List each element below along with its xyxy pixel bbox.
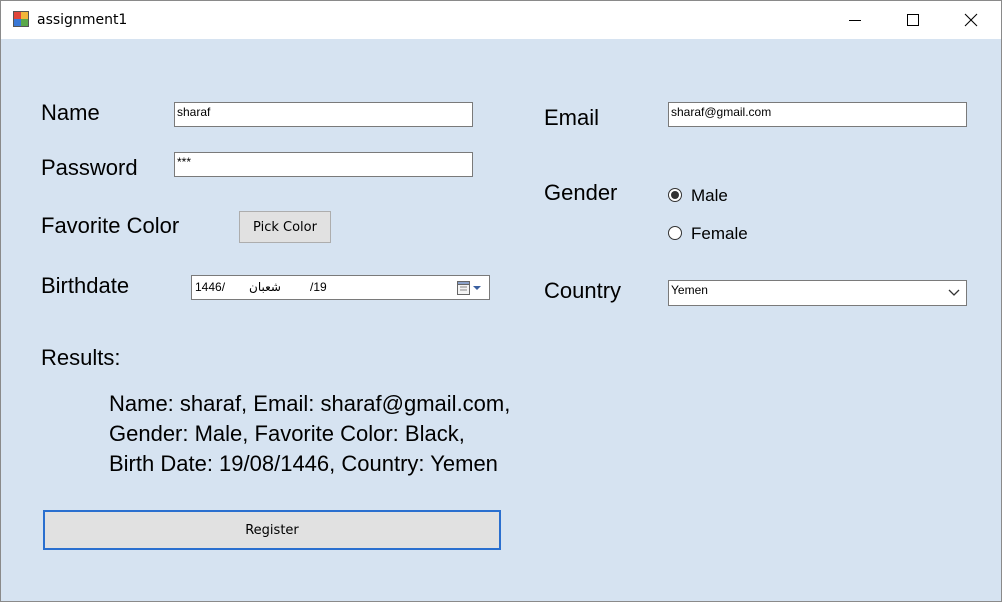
window-title: assignment1	[37, 12, 128, 28]
birthdate-label: Birthdate	[41, 273, 130, 298]
results-line-1: Name: sharaf, Email: sharaf@gmail.com,	[109, 391, 511, 416]
country-label: Country	[544, 278, 622, 303]
gender-male-label[interactable]: Male	[691, 186, 728, 206]
app-icon	[13, 11, 29, 27]
radio-selected-dot	[671, 191, 679, 199]
password-field[interactable]: ***	[174, 152, 473, 177]
minimize-icon	[849, 20, 861, 21]
results-line-2: Gender: Male, Favorite Color: Black,	[109, 421, 465, 446]
maximize-icon	[907, 14, 919, 26]
calendar-dropdown[interactable]	[456, 280, 486, 299]
gender-label: Gender	[544, 180, 618, 205]
email-field[interactable]: sharaf@gmail.com	[668, 102, 967, 127]
gender-female-radio[interactable]	[668, 226, 682, 240]
password-label: Password	[41, 155, 138, 180]
country-select[interactable]: Yemen	[668, 280, 967, 306]
minimize-button[interactable]	[826, 1, 884, 39]
birthdate-year: 1446/	[195, 280, 226, 294]
gender-female-label[interactable]: Female	[691, 224, 748, 244]
calendar-icon	[457, 281, 481, 295]
gender-male-radio[interactable]	[668, 188, 682, 202]
results-line-3: Birth Date: 19/08/1446, Country: Yemen	[109, 451, 498, 476]
name-field[interactable]: sharaf	[174, 102, 473, 127]
birthdate-day: /19	[310, 280, 327, 294]
close-icon	[964, 13, 978, 27]
register-button[interactable]: Register	[43, 510, 501, 550]
chevron-down-icon	[948, 287, 960, 301]
close-button[interactable]	[942, 1, 1000, 39]
form-client-area: Name sharaf Password *** Favorite Color …	[1, 39, 1001, 601]
results-label: Results:	[41, 345, 121, 370]
country-selected-value: Yemen	[671, 283, 708, 297]
app-window: assignment1 Name sharaf Password *** Fav…	[0, 0, 1002, 602]
birthdate-month: شعبان	[249, 280, 281, 294]
birthdate-picker[interactable]: 1446/ شعبان /19	[191, 275, 490, 300]
maximize-button[interactable]	[884, 1, 942, 39]
favorite-color-label: Favorite Color	[41, 213, 180, 238]
title-bar: assignment1	[1, 1, 1001, 39]
pick-color-button[interactable]: Pick Color	[239, 211, 331, 243]
name-label: Name	[41, 100, 100, 125]
email-label: Email	[544, 105, 600, 130]
